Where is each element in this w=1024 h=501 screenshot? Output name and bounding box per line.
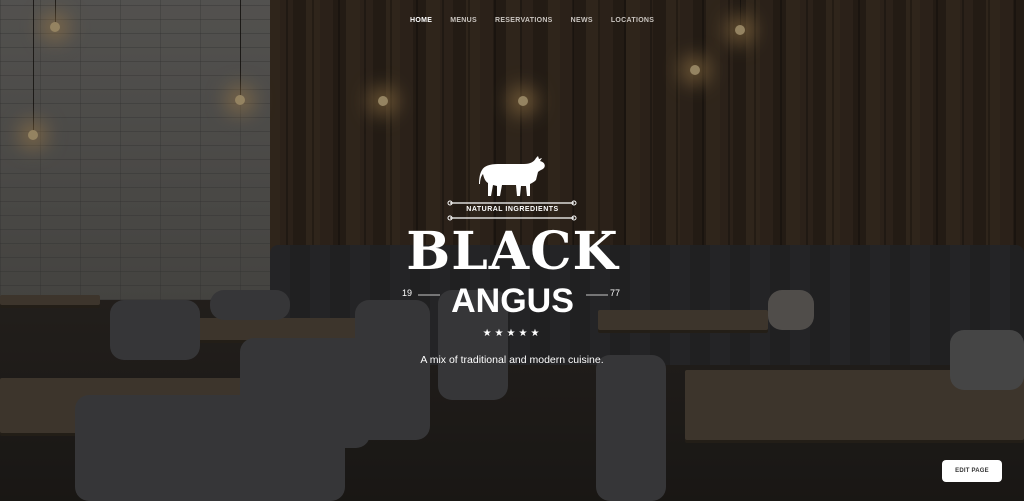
edit-page-button[interactable]: EDIT PAGE [942,460,1002,482]
logo-rule [418,294,608,296]
cow-icon [479,156,545,196]
logo-year-right: 77 [610,288,621,298]
logo-name-line2: ANGUS [451,282,574,320]
brand-logo: NATURAL INGREDIENTS BLACK 19 ANGUS 77 ★★… [0,0,1024,501]
logo-name-line1: BLACK [406,221,619,282]
star-rating: ★★★★★ [482,328,543,339]
logo-year-left: 19 [402,288,413,298]
hero-tagline: A mix of traditional and modern cuisine. [420,354,604,366]
logo-subtitle: NATURAL INGREDIENTS [466,206,559,213]
